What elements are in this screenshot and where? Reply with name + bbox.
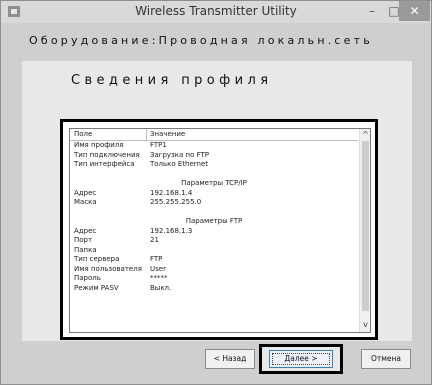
scroll-thumb[interactable] [362,141,369,311]
list-item-field: Тип сервера [74,255,120,263]
list-item[interactable]: Тип подключения Загрузка по FTP [70,151,358,161]
list-item[interactable]: Адрес 192.168.1.3 [70,227,358,237]
list-column-header: Поле Значение [70,129,358,141]
column-divider[interactable] [146,129,147,140]
scroll-down-icon[interactable]: v [360,321,370,331]
list-item-value: Только Ethernet [150,160,209,168]
list-item-value: 21 [150,236,159,244]
list-item[interactable]: Адрес 192.168.1.4 [70,189,358,199]
list-item-field: Папка [74,245,97,254]
list-item-field: Маска [74,198,97,206]
list-item-value: User [150,264,166,273]
section-title: Сведения профиля [71,73,273,88]
list-item-value: Параметры FTP [185,217,243,225]
list-item-value: Загрузка по FTP [150,150,209,159]
next-button-highlight: Далее > [259,344,343,374]
list-item-value: 255.255.255.0 [150,198,202,206]
list-item-value: 192.168.1.4 [150,188,193,197]
list-item-value: FTP [150,255,163,263]
profile-details-list[interactable]: Поле Значение Имя профиля FTP1 Тип подключ… [69,128,371,333]
list-item[interactable]: Пароль ***** [70,274,358,284]
list-item-field: Тип подключения [74,150,140,159]
list-item[interactable]: Параметры FTP [70,217,358,227]
list-item-field: Адрес [74,188,97,197]
vertical-scrollbar[interactable]: ^ v [359,129,370,332]
cancel-button[interactable]: Отмена [361,349,411,369]
title-bar[interactable]: Wireless Transmitter Utility – □ ✕ [1,1,431,23]
scroll-up-icon[interactable]: ^ [360,129,370,139]
back-button[interactable]: < Назад [205,349,255,369]
minimize-button[interactable]: – [361,1,383,21]
list-item-field: Имя пользователя [74,264,142,273]
list-item-field: Имя профиля [74,141,124,149]
list-item-value: ***** [150,274,168,282]
list-rows: Имя профиля FTP1 Тип подключения Загрузка п… [70,141,358,293]
list-item-value: FTP1 [150,141,167,149]
list-item-field: Режим PASV [74,283,119,292]
list-item-field: Тип интерфейса [74,160,135,168]
page-header-title: Оборудование:Проводная локальн.сеть [29,34,373,47]
list-item-value: Выкл. [150,283,172,292]
list-item[interactable]: Папка [70,246,358,256]
list-item-field: Пароль [74,274,101,282]
profile-list-highlight: Поле Значение Имя профиля FTP1 Тип подключ… [60,119,378,340]
list-item[interactable]: Параметры TCP/IP [70,179,358,189]
list-item-field: Порт [74,236,93,244]
column-header-field[interactable]: Поле [74,130,92,138]
list-item[interactable]: Порт 21 [70,236,358,246]
list-item[interactable]: Тип интерфейса Только Ethernet [70,160,358,170]
app-window: Wireless Transmitter Utility – □ ✕ Обору… [0,0,432,385]
close-button[interactable]: ✕ [399,1,430,21]
list-item[interactable]: Имя профиля FTP1 [70,141,358,151]
list-item[interactable]: Режим PASV Выкл. [70,284,358,294]
next-button[interactable]: Далее > [269,350,333,368]
list-item-field: Адрес [74,226,97,235]
list-item[interactable]: Имя пользователя User [70,265,358,275]
list-item-value: 192.168.1.3 [150,226,193,235]
list-item[interactable]: Маска 255.255.255.0 [70,198,358,208]
list-item-value: Параметры TCP/IP [181,179,247,187]
list-item[interactable]: Тип сервера FTP [70,255,358,265]
list-item[interactable] [70,170,358,180]
column-header-value[interactable]: Значение [150,130,185,138]
focus-rectangle [272,353,330,365]
list-item[interactable] [70,208,358,218]
